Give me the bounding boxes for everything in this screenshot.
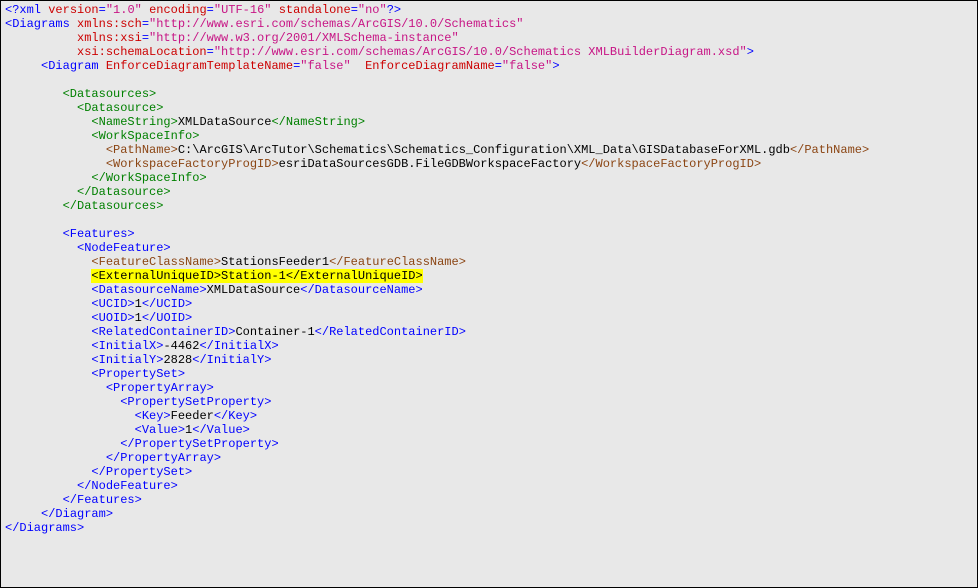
diagrams-close: </Diagrams> [5,521,84,535]
diagrams-open: <Diagrams [5,17,70,31]
attr-standalone: standalone [279,3,351,17]
attr-version: version [48,3,98,17]
xml-code-block: <?xml version="1.0" encoding="UTF-16" st… [1,1,977,537]
datasource-open: <Datasource> [77,101,163,115]
datasources-open: <Datasources> [63,87,157,101]
features-open: <Features> [63,227,135,241]
pathname-value: C:\ArcGIS\ArcTutor\Schematics\Schematics… [178,143,790,157]
xml-decl-open: <?xml [5,3,41,17]
attr-encoding: encoding [149,3,207,17]
diagram-open: <Diagram [41,59,99,73]
nodefeature-open: <NodeFeature> [77,241,171,255]
highlighted-line: <ExternalUniqueID>Station-1</ExternalUni… [91,269,422,283]
